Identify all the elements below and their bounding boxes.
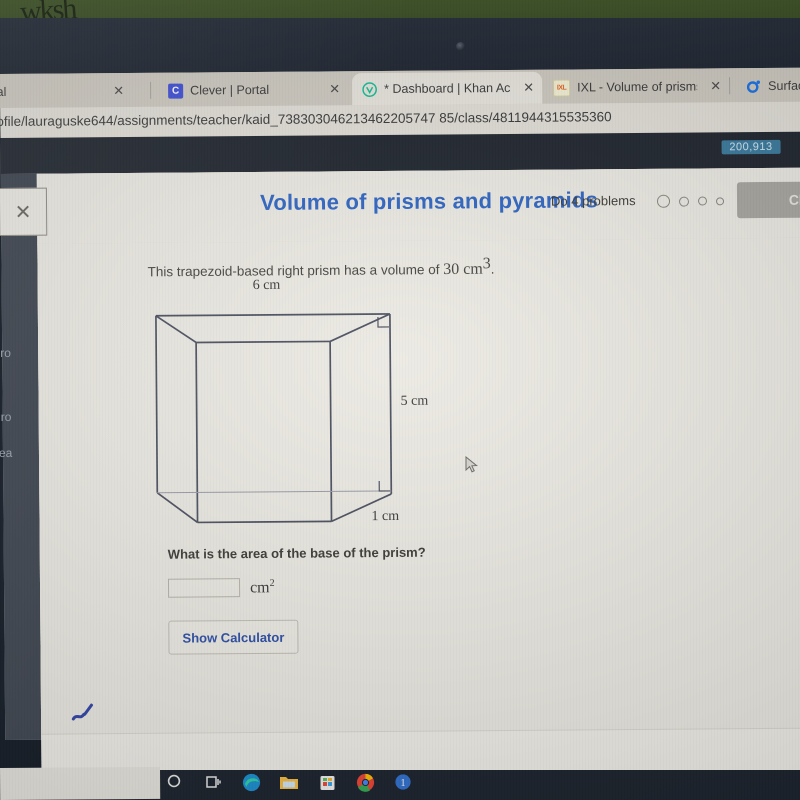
sidebar-item-2[interactable]: Pro	[0, 346, 11, 360]
prompt-suffix: .	[490, 261, 495, 277]
progress-label: Do 4 problems	[550, 193, 636, 209]
tab-close-icon[interactable]: ✕	[107, 83, 124, 99]
browser-tab-4[interactable]: Surface	[735, 69, 800, 103]
exercise-card: ✕ Volume of prisms and pyramids This tra…	[0, 167, 800, 800]
figure-label-right: 5 cm	[400, 393, 429, 409]
energy-points-badge: 200,913	[721, 139, 781, 155]
taskbar-overlap-card	[0, 766, 161, 800]
browser-tab-3[interactable]: IXL IXL - Volume of prisms and ✕	[542, 70, 730, 104]
problem-prompt: This trapezoid-based right prism has a v…	[147, 255, 494, 281]
progress-dot	[678, 196, 690, 207]
search-icon[interactable]	[165, 772, 185, 792]
progress-dot	[715, 196, 725, 205]
tab-close-icon[interactable]: ✕	[704, 78, 721, 94]
figure-label-top: 6 cm	[252, 277, 281, 294]
progress-dot	[656, 194, 671, 208]
tab-label: IXL - Volume of prisms and	[577, 79, 698, 95]
answer-unit: cm2	[249, 577, 275, 597]
exercise-body: This trapezoid-based right prism has a v…	[37, 237, 800, 734]
close-icon: ✕	[14, 201, 32, 224]
question-text: What is the area of the base of the pris…	[167, 544, 426, 562]
ixl-icon: IXL	[553, 79, 571, 97]
browser-tab-1[interactable]: C Clever | Portal ✕	[158, 73, 349, 107]
monitor-photo: wksh ver | Portal ✕ C Clever | Portal ✕ …	[0, 0, 800, 800]
browser-tab-0[interactable]: ver | Portal ✕	[0, 74, 133, 109]
sidebar-item-3[interactable]: Pro	[0, 410, 11, 424]
answer-input[interactable]	[167, 578, 241, 598]
file-explorer-icon[interactable]	[279, 772, 299, 792]
microsoft-store-icon[interactable]	[317, 772, 337, 792]
tab-close-icon[interactable]: ✕	[517, 80, 534, 96]
check-answer-button[interactable]: Che	[736, 181, 800, 219]
webcam-dot	[456, 42, 465, 51]
clever-icon: C	[168, 83, 184, 99]
prism-figure: 6 cm 5 cm 1 cm	[148, 277, 470, 533]
outlook-icon	[746, 79, 761, 94]
khan-academy-header	[0, 131, 800, 174]
task-view-icon[interactable]	[203, 772, 223, 792]
sidebar-item-4[interactable]: Tea	[0, 446, 12, 460]
progress-dot	[697, 196, 708, 206]
tab-label: * Dashboard | Khan Academ	[384, 80, 511, 96]
svg-text:1: 1	[401, 778, 406, 789]
tab-label: ver | Portal	[0, 84, 7, 100]
show-calculator-button[interactable]: Show Calculator	[168, 619, 299, 655]
browser-window: ver | Portal ✕ C Clever | Portal ✕ * Das…	[0, 67, 800, 800]
app-icon[interactable]: 1	[393, 772, 413, 792]
khan-academy-icon	[362, 81, 377, 97]
taskbar-icons: 1	[165, 772, 413, 792]
prompt-prefix: This trapezoid-based right prism has a v…	[147, 262, 444, 280]
tab-divider	[729, 77, 731, 95]
tab-divider	[150, 81, 152, 99]
figure-label-bottom: 1 cm	[371, 508, 400, 525]
progress-dots	[656, 194, 725, 208]
prompt-volume-value: 30	[443, 260, 460, 279]
prompt-unit: cm	[463, 260, 483, 278]
browser-tab-2[interactable]: * Dashboard | Khan Academ ✕	[352, 71, 543, 106]
answer-row: cm2	[167, 577, 275, 598]
tab-label: Surface	[768, 78, 800, 93]
tab-label: Clever | Portal	[190, 82, 270, 98]
tab-close-icon[interactable]: ✕	[323, 81, 340, 97]
chrome-icon[interactable]	[355, 772, 375, 792]
pencil-scratchpad-icon[interactable]	[69, 702, 99, 732]
edge-icon[interactable]	[241, 772, 261, 792]
